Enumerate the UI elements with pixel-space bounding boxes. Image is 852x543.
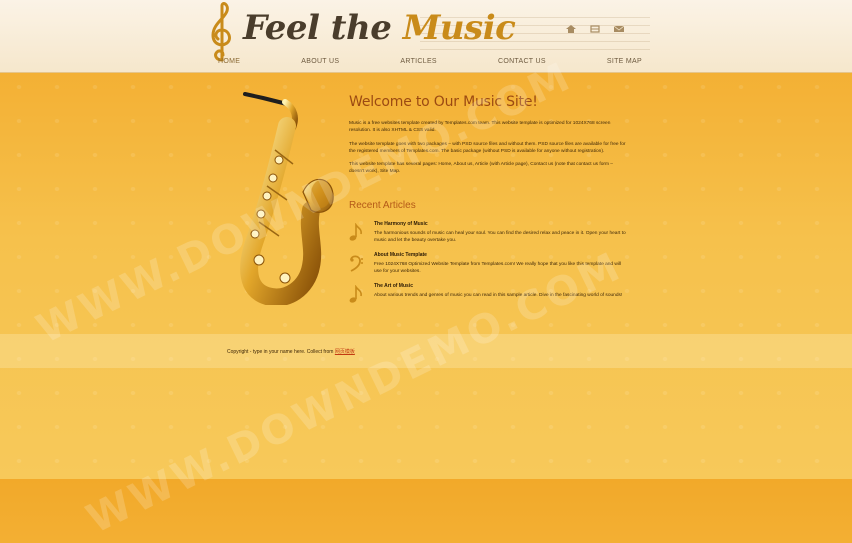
main-navigation: HOME ABOUT US ARTICLES CONTACT US SITE M… xyxy=(200,52,660,70)
eighth-note-icon xyxy=(349,222,362,241)
header-icon-group xyxy=(564,24,626,34)
eighth-note-icon xyxy=(349,284,362,303)
pages-paragraph: This website template has several pages:… xyxy=(349,162,613,175)
article-title[interactable]: The Harmony of Music xyxy=(374,221,629,227)
home-icon[interactable] xyxy=(564,24,578,34)
logo-word-music: Music xyxy=(402,8,516,48)
bass-clef-icon xyxy=(350,255,363,272)
nav-articles[interactable]: ARTICLES xyxy=(382,58,455,65)
article-item: About Music Template Free 1024X768 Optim… xyxy=(349,252,629,275)
footer-text: Copyright - type in your name here. Coll… xyxy=(227,349,335,355)
recent-articles-heading: Recent Articles xyxy=(349,199,416,211)
sitemap-icon[interactable] xyxy=(588,24,602,34)
logo-word-feel: Feel the xyxy=(243,8,403,48)
footer-copyright: Copyright - type in your name here. Coll… xyxy=(227,348,355,355)
mail-icon[interactable] xyxy=(612,24,626,34)
saxophone-image xyxy=(240,92,334,305)
article-item: The Harmony of Music The harmonious soun… xyxy=(349,221,629,244)
site-header: Feel the Music HOME ABOUT US ARTICLES CO… xyxy=(0,0,852,73)
nav-about-us[interactable]: ABOUT US xyxy=(283,58,357,65)
main-content: Welcome to Our Music Site! Music is a fr… xyxy=(349,94,629,307)
packages-paragraph: The website template goes with two packa… xyxy=(349,141,626,154)
article-text: Free 1024X768 Optimized Website Template… xyxy=(374,261,622,274)
site-logo[interactable]: Feel the Music xyxy=(243,8,516,48)
nav-site-map[interactable]: SITE MAP xyxy=(589,58,660,65)
nav-contact-us[interactable]: CONTACT US xyxy=(480,58,564,65)
footer-link[interactable]: 网页模板 xyxy=(335,349,355,355)
footer-band xyxy=(0,334,852,368)
welcome-heading: Welcome to Our Music Site! xyxy=(349,94,538,110)
article-text: About various trends and genres of music… xyxy=(374,292,623,298)
article-item: The Art of Music About various trends an… xyxy=(349,283,629,303)
intro-paragraph: Music is a free websites template create… xyxy=(349,121,611,134)
article-title[interactable]: About Music Template xyxy=(374,252,629,258)
nav-home[interactable]: HOME xyxy=(200,58,258,65)
article-text: The harmonious sounds of music can heal … xyxy=(374,230,626,243)
article-title[interactable]: The Art of Music xyxy=(374,283,629,289)
